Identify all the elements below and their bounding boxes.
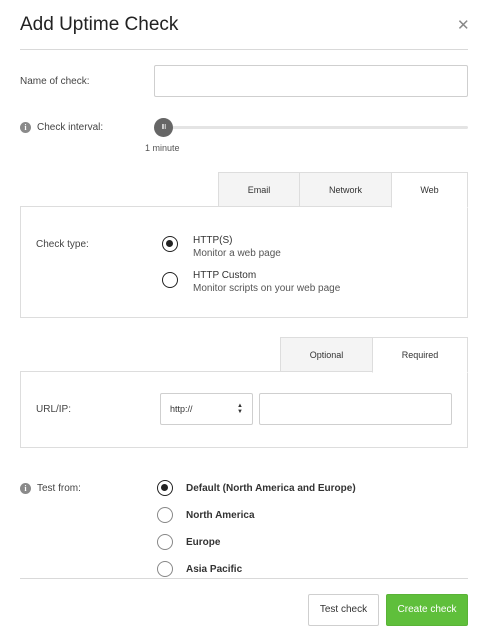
create-check-button[interactable]: Create check bbox=[386, 594, 468, 626]
test-from-label: Test from: bbox=[37, 483, 81, 494]
region-default: Default (North America and Europe) bbox=[186, 483, 356, 494]
tab-network[interactable]: Network bbox=[299, 172, 392, 207]
region-asia-pacific: Asia Pacific bbox=[186, 564, 243, 575]
interval-slider-handle[interactable]: III bbox=[154, 118, 173, 137]
name-input[interactable] bbox=[154, 65, 468, 97]
check-type-label: Check type: bbox=[36, 239, 89, 250]
interval-slider-track[interactable] bbox=[160, 126, 468, 129]
region-north-america: North America bbox=[186, 510, 255, 521]
radio-region-north-america[interactable] bbox=[157, 507, 173, 523]
tab-email[interactable]: Email bbox=[218, 172, 300, 207]
radio-http-custom[interactable] bbox=[162, 272, 178, 288]
footer-divider bbox=[20, 578, 468, 579]
name-label: Name of check: bbox=[20, 76, 90, 87]
option-http-custom-subtitle: Monitor scripts on your web page bbox=[193, 283, 341, 294]
radio-region-default[interactable] bbox=[157, 480, 173, 496]
info-icon[interactable]: i bbox=[20, 122, 31, 133]
radio-region-europe[interactable] bbox=[157, 534, 173, 550]
option-https-subtitle: Monitor a web page bbox=[193, 248, 281, 259]
select-arrows-icon: ▲ ▼ bbox=[237, 403, 243, 415]
interval-label: Check interval: bbox=[37, 122, 104, 133]
tab-required[interactable]: Required bbox=[372, 337, 468, 373]
protocol-select[interactable]: http:// ▲ ▼ bbox=[160, 393, 253, 425]
dialog-title: Add Uptime Check bbox=[20, 14, 179, 35]
header-divider bbox=[20, 49, 468, 50]
radio-https[interactable] bbox=[162, 236, 178, 252]
tab-web[interactable]: Web bbox=[391, 172, 468, 208]
close-icon[interactable]: ✕ bbox=[457, 16, 470, 34]
info-icon[interactable]: i bbox=[20, 483, 31, 494]
option-http-custom-title: HTTP Custom bbox=[193, 270, 257, 281]
check-type-panel bbox=[20, 206, 468, 318]
protocol-value: http:// bbox=[170, 404, 193, 414]
test-check-button[interactable]: Test check bbox=[308, 594, 379, 626]
region-europe: Europe bbox=[186, 537, 221, 548]
radio-region-asia-pacific[interactable] bbox=[157, 561, 173, 577]
option-https-title: HTTP(S) bbox=[193, 235, 233, 246]
tab-optional[interactable]: Optional bbox=[280, 337, 373, 372]
interval-value: 1 minute bbox=[145, 143, 180, 153]
url-label: URL/IP: bbox=[36, 404, 72, 415]
url-input[interactable] bbox=[259, 393, 452, 425]
